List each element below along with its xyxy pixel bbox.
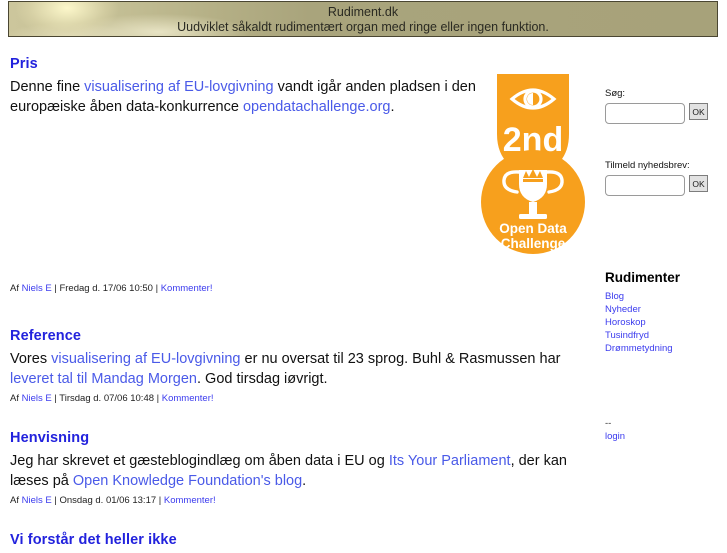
post-meta-sep: |	[54, 283, 57, 294]
post-body: Jeg har skrevet et gæsteblogindlæg om åb…	[10, 453, 567, 489]
post-title: Vi forstår det heller ikke	[10, 532, 177, 548]
post-vi-forstaar-det-heller-ikke: Vi forstår det heller ikke	[10, 532, 590, 553]
post-author-link[interactable]: Niels E	[22, 393, 52, 404]
post-body-link[interactable]: visualisering af EU-lovgivning	[51, 351, 240, 367]
newsletter-submit-button[interactable]: OK	[689, 175, 708, 192]
site-title: Rudiment.dk	[327, 5, 399, 19]
post-title: Henvisning	[10, 430, 90, 446]
post-meta-sep-2: |	[158, 495, 162, 506]
post-body-link[interactable]: Open Knowledge Foundation's blog	[73, 473, 302, 489]
post-meta-sep-2: |	[155, 283, 159, 294]
post-body-link[interactable]: opendatachallenge.org	[243, 99, 391, 115]
post-meta-by: Af	[10, 393, 19, 404]
post-meta-sep: |	[54, 393, 57, 404]
post-meta: Af Niels E | Onsdag d. 01/06 13:17 | Kom…	[10, 495, 590, 507]
sidebar-separator: --	[605, 418, 612, 429]
search-form: Søg: OK	[605, 88, 708, 124]
post-author-link[interactable]: Niels E	[22, 283, 52, 294]
sidebar-footer: -- login	[605, 418, 723, 443]
post-body: Denne fine visualisering af EU-lovgivnin…	[10, 79, 476, 115]
search-input[interactable]	[605, 103, 685, 124]
sidebar-item-horoskop[interactable]: Horoskop	[605, 316, 723, 329]
sidebar-item-drommetydning[interactable]: Drømmetydning	[605, 342, 723, 355]
post-body-link[interactable]: Its Your Parliament	[389, 453, 511, 469]
post-body-link[interactable]: leveret tal til Mandag Morgen	[10, 371, 197, 387]
banner-text-block: Rudiment.dk Uudviklet såkaldt rudimentær…	[9, 5, 717, 35]
login-link[interactable]: login	[605, 430, 723, 443]
newsletter-email-input[interactable]	[605, 175, 685, 196]
newsletter-form: Tilmeld nyhedsbrev: OK	[605, 160, 708, 196]
medal-caption-line2: Challenge	[501, 236, 566, 251]
site-tagline: Uudviklet såkaldt rudimentært organ med …	[177, 20, 549, 34]
search-submit-button[interactable]: OK	[689, 103, 708, 120]
sidebar-nav-heading: Rudimenter	[605, 270, 681, 285]
post-reference: Reference Vores visualisering af EU-lovg…	[10, 328, 590, 405]
post-comment-link[interactable]: Kommenter!	[161, 283, 213, 294]
sidebar-item-nyheder[interactable]: Nyheder	[605, 303, 723, 316]
sidebar-item-blog[interactable]: Blog	[605, 290, 723, 303]
search-label: Søg:	[605, 88, 626, 99]
post-title: Reference	[10, 328, 82, 344]
post-comment-link[interactable]: Kommenter!	[164, 495, 216, 506]
post-meta-sep-2: |	[156, 393, 160, 404]
post-henvisning: Henvisning Jeg har skrevet et gæsteblogi…	[10, 430, 590, 507]
medal-caption-line1: Open Data	[499, 221, 567, 236]
post-body-link[interactable]: visualisering af EU-lovgivning	[84, 79, 273, 95]
site-header-banner: Rudiment.dk Uudviklet såkaldt rudimentær…	[8, 1, 718, 37]
post-body: Vores visualisering af EU-lovgivning er …	[10, 351, 561, 387]
sidebar-nav: Rudimenter Blog Nyheder Horoskop Tusindf…	[605, 270, 723, 355]
post-comment-link[interactable]: Kommenter!	[162, 393, 214, 404]
open-data-challenge-medal-badge: 2nd Open Data Challenge	[479, 72, 587, 257]
post-meta: Af Niels E | Tirsdag d. 07/06 10:48 | Ko…	[10, 393, 590, 405]
post-meta-by: Af	[10, 283, 19, 294]
newsletter-label: Tilmeld nyhedsbrev:	[605, 160, 690, 171]
post-date: Tirsdag d. 07/06 10:48	[59, 393, 155, 404]
post-date: Fredag d. 17/06 10:50	[59, 283, 153, 294]
post-author-link[interactable]: Niels E	[22, 495, 52, 506]
post-meta: Af Niels E | Fredag d. 17/06 10:50 | Kom…	[10, 283, 410, 295]
post-meta-by: Af	[10, 495, 19, 506]
post-pris: Pris Denne fine visualisering af EU-lovg…	[10, 56, 480, 294]
post-meta-sep: |	[54, 495, 57, 506]
sidebar-item-tusindfryd[interactable]: Tusindfryd	[605, 329, 723, 342]
post-date: Onsdag d. 01/06 13:17	[59, 495, 157, 506]
post-title: Pris	[10, 56, 38, 72]
